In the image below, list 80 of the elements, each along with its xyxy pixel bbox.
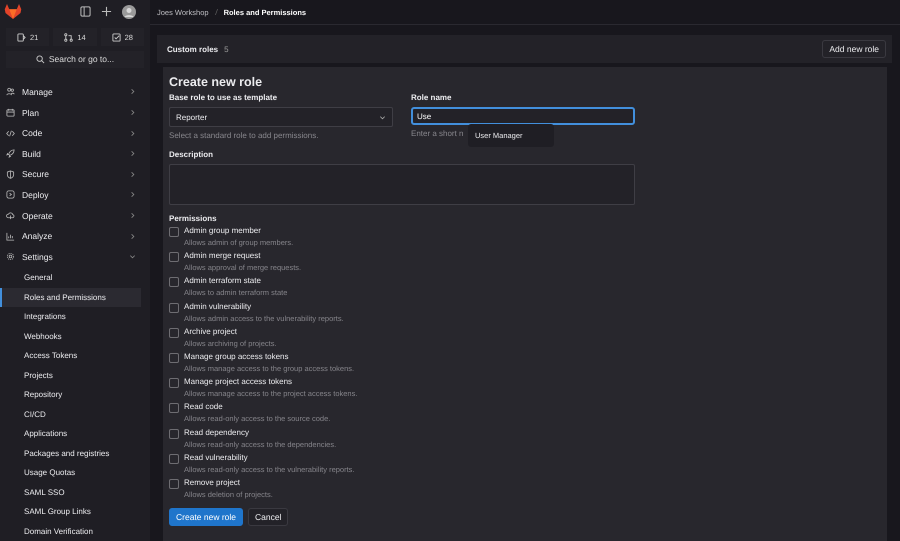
submenu-item[interactable]: Projects xyxy=(0,366,141,385)
checkbox[interactable] xyxy=(169,328,179,338)
field-label: Role name xyxy=(411,92,452,104)
permission-name: Admin merge request xyxy=(184,250,262,262)
description-field[interactable] xyxy=(169,164,635,205)
nav-item[interactable]: Analyze xyxy=(0,226,150,246)
submenu-item[interactable]: Webhooks xyxy=(0,326,141,346)
permission-name: Manage group access tokens xyxy=(184,350,290,363)
permission-name: Read code xyxy=(184,401,224,414)
chevron-down-icon xyxy=(379,114,386,120)
field-label: Base role to use as template xyxy=(169,92,278,104)
submenu-item[interactable]: Applications xyxy=(0,424,141,444)
help-text: Enter a short n xyxy=(411,129,464,139)
permission-name: Manage project access tokens xyxy=(184,376,294,388)
permission-name: Read vulnerability xyxy=(184,452,249,464)
checkbox[interactable] xyxy=(169,428,179,438)
permission-name: Remove project xyxy=(184,476,242,489)
submenu-item[interactable]: Usage Quotas xyxy=(0,463,141,482)
submenu-item[interactable]: Repository xyxy=(0,385,141,404)
submenu-item[interactable]: Roles and Permissions xyxy=(0,288,141,307)
chart-icon xyxy=(6,232,15,241)
checkbox[interactable] xyxy=(169,277,179,288)
section-title: Custom roles xyxy=(167,44,218,54)
submenu-item[interactable]: Integrations xyxy=(0,307,141,326)
todo-checkbox-icon xyxy=(112,32,121,42)
issue-icon xyxy=(16,32,26,42)
add-role-button[interactable]: Add new role xyxy=(822,40,886,58)
deploy-icon xyxy=(6,190,15,200)
checkbox[interactable] xyxy=(169,252,179,262)
settings-icon xyxy=(6,252,15,262)
permission-name: Admin vulnerability xyxy=(184,300,252,313)
checkbox[interactable] xyxy=(169,227,179,237)
base-role-select[interactable]: Reporter xyxy=(169,107,393,127)
sidebar-toggle-icon[interactable] xyxy=(80,6,91,17)
avatar-icon[interactable] xyxy=(122,4,136,18)
search-icon xyxy=(36,54,45,64)
submenu-item[interactable]: SAML Group Links xyxy=(0,502,141,522)
breadcrumb-separator-icon xyxy=(214,9,218,15)
role-count: 5 xyxy=(224,44,229,54)
shield-icon xyxy=(6,170,15,179)
form-title: Create new role xyxy=(169,74,264,91)
field-label: Description xyxy=(169,149,214,161)
nav-item[interactable]: Build xyxy=(0,143,150,164)
nav-item[interactable]: Secure xyxy=(0,164,150,185)
checkbox[interactable] xyxy=(169,478,179,489)
checkbox[interactable] xyxy=(169,302,179,313)
cancel-button[interactable]: Cancel xyxy=(248,508,288,526)
field-label: Permissions xyxy=(169,213,218,225)
checkbox[interactable] xyxy=(169,352,179,363)
nav-item[interactable]: Deploy xyxy=(0,184,150,206)
cloud-icon xyxy=(6,211,15,220)
calendar-icon xyxy=(6,108,15,118)
create-button[interactable]: Create new role xyxy=(169,508,244,526)
checkbox[interactable] xyxy=(169,403,179,414)
fox-logo-icon[interactable] xyxy=(4,3,22,20)
nav-item[interactable]: Operate xyxy=(0,205,150,226)
submenu-item[interactable]: Packages and registries xyxy=(0,444,141,463)
nav-item[interactable]: Manage xyxy=(0,82,150,102)
permission-name: Admin terraform state xyxy=(184,275,262,288)
permission-name: Admin group member xyxy=(184,225,262,237)
search-button[interactable]: Search or go to... xyxy=(6,51,144,68)
submenu-item[interactable]: General xyxy=(0,268,141,288)
checkbox[interactable] xyxy=(169,378,179,388)
plus-icon[interactable] xyxy=(101,6,112,17)
permission-name: Read dependency xyxy=(184,426,250,438)
nav-item[interactable]: Code xyxy=(0,122,150,144)
submenu-item[interactable]: SAML SSO xyxy=(0,482,141,502)
submenu-item[interactable]: Domain Verification xyxy=(0,522,141,541)
submenu-item[interactable]: CI/CD xyxy=(0,404,141,424)
nav-item[interactable]: Settings xyxy=(0,246,150,267)
role-name-field[interactable]: Use xyxy=(411,107,635,125)
rocket-icon xyxy=(6,149,15,158)
help-text: Select a standard role to add permissions. xyxy=(169,131,318,141)
submenu-item[interactable]: Access Tokens xyxy=(0,346,141,366)
people-icon xyxy=(6,87,15,96)
code-icon xyxy=(6,128,15,138)
permission-name: Archive project xyxy=(184,326,238,338)
nav-item[interactable]: Plan xyxy=(0,102,150,123)
checkbox[interactable] xyxy=(169,454,179,464)
merge-request-icon xyxy=(64,32,74,42)
